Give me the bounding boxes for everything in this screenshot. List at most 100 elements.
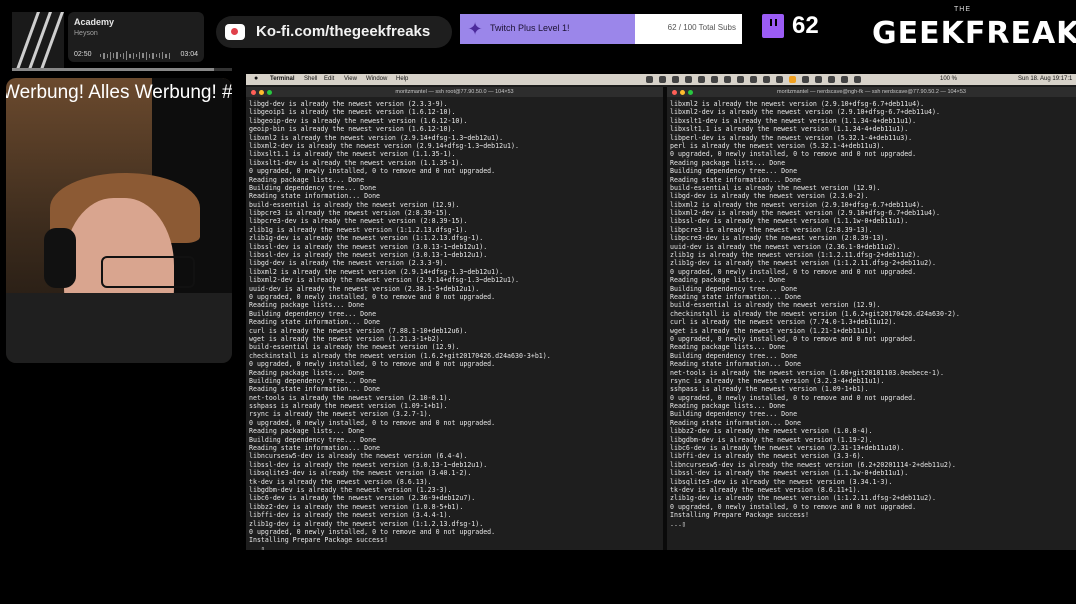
terminal-line: Reading state information... Done — [670, 175, 802, 184]
status-icon[interactable] — [854, 76, 861, 83]
terminal-line: Reading state information... Done — [670, 292, 802, 301]
terminal-line: 0 upgraded, 0 newly installed, 0 to remo… — [670, 334, 917, 343]
terminal-line: libpcre3 is already the newest version (… — [249, 209, 452, 218]
terminal-line: build-essential is already the newest ve… — [249, 343, 460, 352]
terminal-line: libxslt1.1 is already the newest version… — [670, 125, 909, 134]
menu-view[interactable]: View — [344, 76, 357, 82]
terminal-window-right[interactable]: moritzmantel — nerdscave@ngh-fk — ssh ne… — [667, 87, 1076, 550]
terminal-output-left[interactable]: libgd-dev is already the newest version … — [249, 100, 660, 550]
battery-percent[interactable]: 100 % — [940, 76, 957, 82]
terminal-line: Installing Prepare Package success! — [670, 511, 809, 520]
status-icon[interactable] — [659, 76, 666, 83]
terminal-line: Installing Prepare Package success! — [249, 536, 388, 545]
terminal-line: 0 upgraded, 0 newly installed, 0 to remo… — [249, 292, 496, 301]
terminal-line: libxml2 is already the newest version (2… — [249, 267, 504, 276]
waveform-icon — [100, 51, 170, 60]
terminal-output-right[interactable]: libxml2 is already the newest version (2… — [670, 100, 1073, 550]
desktop-screen: ● Terminal Shell Edit View Window Help 1… — [246, 74, 1076, 550]
song-duration: 03:04 — [180, 51, 198, 58]
status-icon[interactable] — [776, 76, 783, 83]
status-icon[interactable] — [737, 76, 744, 83]
apple-icon[interactable]: ● — [254, 75, 258, 82]
zoom-icon[interactable] — [267, 90, 272, 95]
terminal-line: 0 upgraded, 0 newly installed, 0 to remo… — [670, 150, 917, 159]
terminal-line: libxml2-dev is already the newest versio… — [670, 209, 940, 218]
song-artist: Heyson — [74, 30, 98, 37]
window-controls — [672, 90, 693, 95]
status-icon[interactable] — [724, 76, 731, 83]
terminal-line: 0 upgraded, 0 newly installed, 0 to remo… — [249, 360, 496, 369]
sub-goal-level: Twitch Plus Level 1! — [490, 23, 570, 33]
terminal-line: Building dependency tree... Done — [670, 351, 798, 360]
status-icon[interactable] — [750, 76, 757, 83]
terminal-line: sshpass is already the newest version (1… — [670, 385, 869, 394]
terminal-line: libncursesw5-dev is already the newest v… — [670, 460, 956, 469]
terminal-line: libssl-dev is already the newest version… — [670, 469, 909, 478]
menu-clock[interactable]: Sun 18. Aug 19:17:1 — [1018, 76, 1072, 82]
status-icon[interactable] — [646, 76, 653, 83]
terminal-line: libncursesw5-dev is already the newest v… — [249, 452, 468, 461]
status-icon[interactable] — [802, 76, 809, 83]
terminal-line: libssl-dev is already the newest version… — [249, 460, 488, 469]
menu-edit[interactable]: Edit — [324, 76, 334, 82]
terminal-line: ...▯ — [249, 544, 265, 550]
terminal-window-left[interactable]: moritzmantel — ssh root@77.90.50.0 — 104… — [246, 87, 663, 550]
terminal-line: Building dependency tree... Done — [249, 183, 377, 192]
song-elapsed: 02:50 — [74, 51, 92, 58]
twitch-icon — [762, 14, 784, 38]
minimize-icon[interactable] — [259, 90, 264, 95]
brand-the: THE — [954, 6, 971, 13]
terminal-line: rsync is already the newest version (3.2… — [249, 410, 432, 419]
terminal-line: libxslt1.1 is already the newest version… — [249, 150, 456, 159]
menu-app-name[interactable]: Terminal — [270, 76, 295, 82]
status-icon[interactable] — [828, 76, 835, 83]
terminal-line: checkinstall is already the newest versi… — [249, 351, 551, 360]
minimize-icon[interactable] — [680, 90, 685, 95]
window-title-right: moritzmantel — nerdscave@ngh-fk — ssh ne… — [667, 87, 1076, 97]
terminal-line: Reading state information... Done — [249, 444, 381, 453]
kofi-banner: Ko-fi.com/thegeekfreaks — [216, 16, 452, 48]
song-progress-bar — [12, 68, 232, 71]
menu-window[interactable]: Window — [366, 76, 387, 82]
menu-shell[interactable]: Shell — [304, 76, 317, 82]
sub-goal-count: 62 / 100 Total Subs — [667, 23, 736, 32]
headset-icon — [44, 228, 76, 288]
terminal-line: Reading package lists... Done — [249, 175, 365, 184]
terminal-line: 0 upgraded, 0 newly installed, 0 to remo… — [249, 418, 496, 427]
status-icon[interactable] — [685, 76, 692, 83]
status-icon[interactable] — [763, 76, 770, 83]
menu-bar: ● Terminal Shell Edit View Window Help 1… — [246, 74, 1076, 85]
status-icon[interactable] — [672, 76, 679, 83]
status-icon[interactable] — [841, 76, 848, 83]
close-icon[interactable] — [672, 90, 677, 95]
terminal-line: 0 upgraded, 0 newly installed, 0 to remo… — [670, 393, 917, 402]
terminal-line: geoip-bin is already the newest version … — [249, 125, 456, 134]
webcam-feed — [6, 78, 232, 363]
terminal-line: libbz2-dev is already the newest version… — [670, 427, 873, 436]
terminal-line: 0 upgraded, 0 newly installed, 0 to remo… — [249, 167, 496, 176]
menu-help[interactable]: Help — [396, 76, 408, 82]
window-controls — [251, 90, 272, 95]
terminal-line: checkinstall is already the newest versi… — [670, 309, 960, 318]
terminal-line: Reading state information... Done — [249, 318, 381, 327]
terminal-line: libperl-dev is already the newest versio… — [670, 133, 913, 142]
terminal-line: libgd-dev is already the newest version … — [249, 259, 448, 268]
status-icon[interactable] — [815, 76, 822, 83]
warning-icon[interactable] — [789, 76, 796, 83]
brand-logo-text: GEEKFREAKS — [872, 16, 1076, 51]
close-icon[interactable] — [251, 90, 256, 95]
terminal-line: Reading state information... Done — [249, 385, 381, 394]
status-icon[interactable] — [698, 76, 705, 83]
terminal-line: libxml2 is already the newest version (2… — [249, 133, 504, 142]
terminal-line: libc6-dev is already the newest version … — [249, 494, 476, 503]
status-icon[interactable] — [711, 76, 718, 83]
terminal-line: sshpass is already the newest version (1… — [249, 402, 448, 411]
terminal-line: libxslt1-dev is already the newest versi… — [670, 116, 917, 125]
terminal-line: build-essential is already the newest ve… — [670, 301, 881, 310]
terminal-line: libgdbm-dev is already the newest versio… — [249, 485, 452, 494]
zoom-icon[interactable] — [688, 90, 693, 95]
terminal-line: Building dependency tree... Done — [670, 284, 798, 293]
viewer-count: 62 — [792, 12, 819, 39]
terminal-line: Reading state information... Done — [670, 418, 802, 427]
terminal-line: zlib1g is already the newest version (1:… — [249, 225, 468, 234]
